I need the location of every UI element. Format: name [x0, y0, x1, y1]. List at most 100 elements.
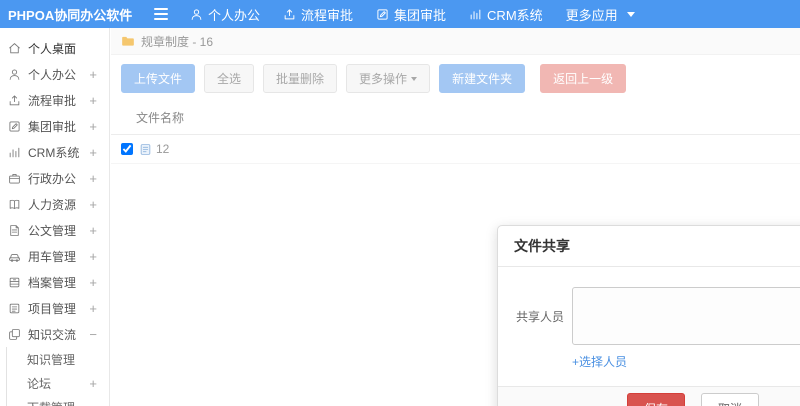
breadcrumb: 规章制度 - 16 — [111, 28, 800, 55]
folder-icon — [122, 36, 134, 46]
sidebar-item-label: 下载管理 — [27, 399, 75, 406]
modal-body: 共享人员 +选择人员 — [498, 267, 800, 386]
book-icon — [9, 199, 20, 209]
breadcrumb-label: 规章制度 - 16 — [141, 34, 214, 49]
sidebar-item-label: 项目管理 — [28, 301, 77, 316]
sidebar-item-label: 流程审批 — [28, 93, 77, 108]
nav-label: CRM系统 — [487, 7, 543, 23]
expand-icon[interactable]: + — [89, 67, 97, 82]
file-name[interactable]: 12 — [156, 142, 169, 156]
home-icon — [9, 42, 20, 53]
upload-icon — [9, 94, 20, 105]
sidebar-item-label: 个人办公 — [28, 67, 77, 82]
file-share-modal: 文件共享 共享人员 +选择人员 保存 取消 — [497, 225, 800, 406]
expand-icon[interactable]: + — [89, 171, 97, 186]
sidebar-item-label: 个人桌面 — [28, 41, 77, 56]
sidebar-item-vehicle-management[interactable]: 用车管理 + — [0, 243, 109, 269]
nav-personal-office[interactable]: 个人办公 — [190, 5, 260, 24]
share-people-input[interactable] — [572, 287, 800, 345]
file-table-header: 文件名称 — [111, 101, 800, 135]
sidebar-item-admin-office[interactable]: 行政办公 + — [0, 165, 109, 191]
nav-workflow-approval[interactable]: 流程审批 — [283, 5, 353, 24]
knowledge-icon — [9, 328, 20, 340]
hamburger-menu-icon[interactable] — [154, 8, 168, 20]
caret-down-icon — [411, 76, 418, 81]
project-icon — [9, 303, 20, 313]
expand-icon[interactable]: + — [89, 119, 97, 134]
file-icon — [140, 143, 151, 155]
sidebar-item-label: 用车管理 — [28, 249, 77, 264]
edit-icon — [9, 120, 20, 132]
sidebar-item-knowledge-exchange[interactable]: 知识交流 − — [0, 321, 109, 347]
sidebar-item-workflow-approval[interactable]: 流程审批 + — [0, 87, 109, 113]
select-all-button[interactable]: 全选 — [204, 64, 255, 93]
cancel-button[interactable]: 取消 — [701, 393, 760, 406]
app-logo[interactable]: PHPOA协同办公软件 — [0, 5, 132, 24]
briefcase-icon — [9, 173, 20, 184]
sidebar-item-label: 集团审批 — [28, 119, 77, 134]
share-people-label: 共享人员 — [515, 309, 564, 324]
upload-icon — [284, 8, 295, 19]
expand-icon[interactable]: + — [89, 249, 97, 264]
sidebar-item-crm-system[interactable]: CRM系统 + — [0, 139, 109, 165]
sidebar-item-label: 论坛 — [27, 376, 52, 391]
more-actions-button[interactable]: 更多操作 — [346, 64, 431, 93]
nav-label: 更多应用 — [565, 7, 618, 23]
nav-more-apps[interactable]: 更多应用 — [566, 5, 635, 24]
expand-icon[interactable]: + — [89, 376, 97, 391]
modal-title: 文件共享 — [498, 226, 800, 267]
archive-icon — [9, 277, 20, 287]
batch-delete-button[interactable]: 批量删除 — [263, 64, 338, 93]
sidebar-item-document-management[interactable]: 公文管理 + — [0, 217, 109, 243]
nav-label: 个人办公 — [208, 7, 261, 23]
sidebar-item-project-management[interactable]: 项目管理 + — [0, 295, 109, 321]
document-icon — [10, 224, 19, 236]
sidebar-subitem-knowledge-management[interactable]: 知识管理 — [7, 347, 109, 371]
user-icon — [9, 68, 20, 80]
expand-icon[interactable]: + — [89, 197, 97, 212]
file-row[interactable]: 12 — [111, 135, 800, 164]
modal-footer: 保存 取消 — [498, 386, 800, 406]
sidebar-item-archive-management[interactable]: 档案管理 + — [0, 269, 109, 295]
select-people-link[interactable]: +选择人员 — [572, 353, 627, 370]
upload-file-button[interactable]: 上传文件 — [121, 64, 196, 93]
sidebar-item-label: 知识管理 — [27, 352, 76, 367]
sidebar-item-label: 档案管理 — [28, 275, 77, 290]
user-icon — [191, 8, 202, 20]
expand-icon[interactable]: + — [89, 93, 97, 108]
save-button[interactable]: 保存 — [626, 393, 685, 406]
nav-crm-system[interactable]: CRM系统 — [469, 5, 543, 24]
chart-icon — [9, 147, 20, 157]
go-back-button[interactable]: 返回上一级 — [540, 64, 627, 93]
topbar: PHPOA协同办公软件 个人办公 流程审批 集团审批 CRM系统 更多应用 — [0, 0, 800, 28]
nav-label: 流程审批 — [301, 7, 354, 23]
file-checkbox[interactable] — [121, 143, 133, 155]
sidebar: 个人桌面 个人办公 + 流程审批 + 集团审批 + CRM系统 + 行政办公 +… — [0, 28, 110, 406]
sidebar-subitem-download-management[interactable]: 下载管理 — [7, 395, 109, 406]
sidebar-item-label: 行政办公 — [28, 171, 77, 186]
sidebar-item-personal-desktop[interactable]: 个人桌面 — [0, 35, 109, 61]
sidebar-item-group-approval[interactable]: 集团审批 + — [0, 113, 109, 139]
expand-icon[interactable]: + — [89, 145, 97, 160]
sidebar-item-label: 人力资源 — [28, 197, 77, 212]
toolbar: 上传文件 全选 批量删除 更多操作 新建文件夹 返回上一级 — [111, 55, 800, 101]
edit-icon — [377, 8, 388, 20]
sidebar-item-label: 公文管理 — [28, 223, 77, 238]
more-actions-label: 更多操作 — [359, 72, 408, 86]
new-folder-button[interactable]: 新建文件夹 — [439, 64, 526, 93]
sidebar-item-label: 知识交流 — [28, 327, 77, 342]
caret-down-icon — [626, 11, 635, 17]
car-icon — [9, 253, 20, 262]
nav-group-approval[interactable]: 集团审批 — [376, 5, 446, 24]
collapse-icon[interactable]: − — [89, 327, 97, 342]
chart-icon — [470, 9, 481, 19]
nav-label: 集团审批 — [394, 7, 447, 23]
sidebar-subitem-forum[interactable]: 论坛 + — [7, 371, 109, 395]
expand-icon[interactable]: + — [89, 301, 97, 316]
expand-icon[interactable]: + — [89, 275, 97, 290]
knowledge-submenu: 知识管理 论坛 + 下载管理 — [6, 347, 109, 406]
sidebar-item-label: CRM系统 — [28, 145, 80, 160]
expand-icon[interactable]: + — [89, 223, 97, 238]
sidebar-item-personal-office[interactable]: 个人办公 + — [0, 61, 109, 87]
sidebar-item-human-resources[interactable]: 人力资源 + — [0, 191, 109, 217]
